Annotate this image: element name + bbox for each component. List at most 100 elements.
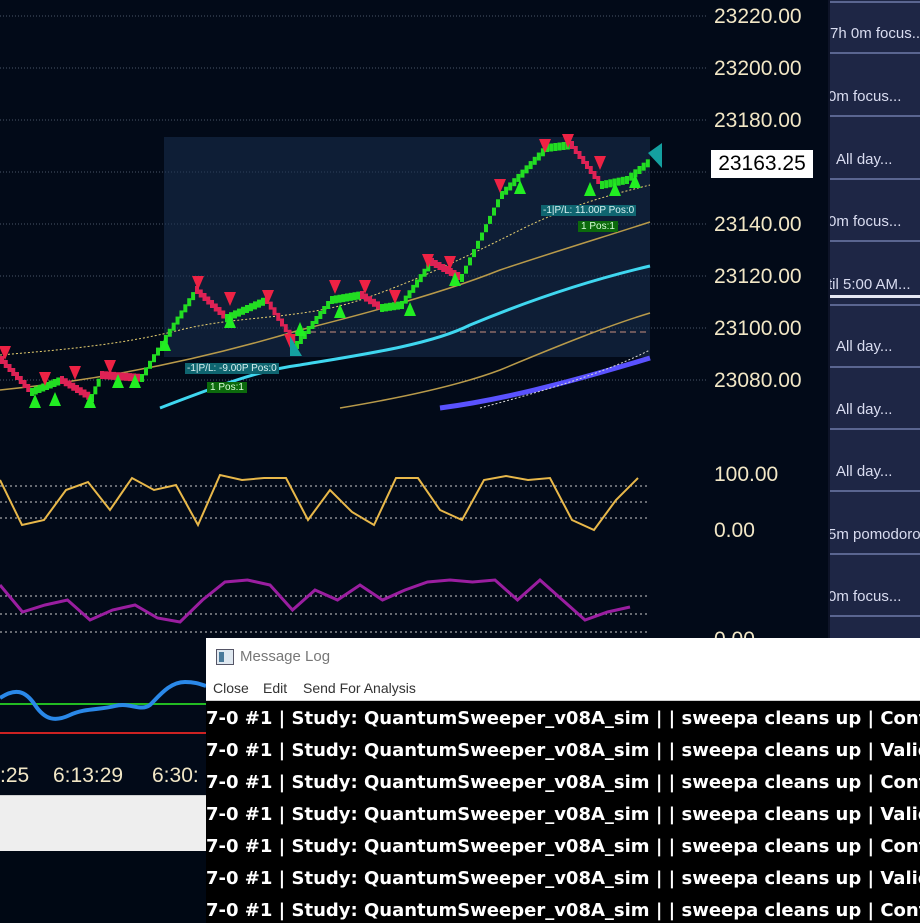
renko-brick <box>496 199 500 208</box>
renko-brick <box>492 207 496 216</box>
calendar-divider <box>830 553 920 555</box>
renko-brick <box>380 304 384 312</box>
renko-brick <box>333 295 338 304</box>
buy-signal-arrow <box>49 392 61 406</box>
calendar-event[interactable]: 0m focus... <box>830 88 920 105</box>
log-line[interactable]: 7-0 #1 | Study: QuantumSweeper_v08A_sim … <box>206 735 920 767</box>
renko-brick <box>3 360 8 368</box>
renko-brick <box>11 368 16 376</box>
renko-brick <box>341 294 346 303</box>
price-label-23140: 23140.00 <box>714 213 802 236</box>
renko-brick <box>78 387 83 396</box>
renko-brick <box>460 274 464 282</box>
renko-brick <box>213 303 218 312</box>
renko-brick <box>144 367 148 376</box>
menu-close[interactable]: Close <box>213 680 249 696</box>
log-line[interactable]: 7-0 #1 | Study: QuantumSweeper_v08A_sim … <box>206 767 920 799</box>
renko-brick <box>330 296 334 304</box>
renko-brick <box>241 306 245 315</box>
renko-brick <box>306 326 311 334</box>
calendar-event[interactable]: til 5:00 AM... <box>830 276 920 293</box>
price-label-23100: 23100.00 <box>714 317 802 340</box>
renko-brick <box>237 308 241 317</box>
calendar-divider <box>830 615 920 617</box>
renko-brick <box>392 302 396 311</box>
renko-brick <box>588 166 593 174</box>
renko-brick <box>249 303 253 312</box>
calendar-event[interactable]: 0m focus... <box>830 213 920 230</box>
renko-brick <box>179 310 184 319</box>
message-log-window[interactable]: Message Log Close Edit Send For Analysis… <box>206 638 920 923</box>
time-label-0: :25 <box>0 764 30 787</box>
renko-brick <box>191 292 196 301</box>
calendar-current-time-line <box>830 295 920 298</box>
renko-brick <box>124 372 128 381</box>
renko-brick <box>56 377 61 386</box>
ma-blue-line <box>439 355 651 411</box>
renko-brick <box>156 347 160 356</box>
renko-brick <box>376 301 380 310</box>
calendar-event[interactable]: 0m focus... <box>830 588 920 605</box>
log-line[interactable]: 7-0 #1 | Study: QuantumSweeper_v08A_sim … <box>206 863 920 895</box>
renko-brick <box>33 386 38 395</box>
calendar-event[interactable]: All day... <box>836 151 920 168</box>
renko-brick <box>573 146 578 154</box>
renko-brick <box>403 295 408 304</box>
calendar-event[interactable]: All day... <box>836 401 920 418</box>
renko-brick <box>384 303 388 312</box>
renko-brick <box>400 301 404 309</box>
calendar-divider <box>830 366 920 368</box>
renko-brick <box>345 293 349 302</box>
trade2-pos-label: 1 Pos:1 <box>578 221 618 232</box>
renko-brick <box>422 268 427 277</box>
log-line[interactable]: 7-0 #1 | Study: QuantumSweeper_v08A_sim … <box>206 895 920 923</box>
renko-brick <box>536 152 541 161</box>
renko-brick <box>30 388 34 396</box>
renko-brick <box>445 266 449 274</box>
renko-brick <box>356 291 361 300</box>
renko-brick <box>326 301 331 309</box>
renko-brick <box>253 301 257 310</box>
renko-brick <box>171 322 176 331</box>
renko-brick <box>298 336 303 344</box>
renko-brick <box>140 374 144 382</box>
renko-brick <box>233 310 237 319</box>
renko-brick <box>620 176 625 185</box>
renko-brick <box>100 371 104 379</box>
message-log-body[interactable]: 7-0 #1 | Study: QuantumSweeper_v08A_sim … <box>206 701 920 923</box>
menu-send-for-analysis[interactable]: Send For Analysis <box>303 680 416 696</box>
renko-brick <box>553 143 558 151</box>
renko-brick <box>372 298 376 307</box>
renko-brick <box>52 379 57 387</box>
renko-brick <box>167 328 172 337</box>
renko-brick <box>520 169 525 178</box>
price-label-23180: 23180.00 <box>714 109 802 132</box>
renko-brick <box>276 312 281 321</box>
renko-brick <box>112 371 116 380</box>
renko-brick <box>63 378 68 387</box>
calendar-event[interactable]: All day... <box>836 338 920 355</box>
renko-brick <box>468 257 472 266</box>
renko-brick <box>67 380 72 389</box>
calendar-event[interactable]: All day... <box>836 463 920 480</box>
renko-brick <box>641 162 646 171</box>
renko-brick <box>629 172 634 181</box>
message-log-titlebar[interactable]: Message Log <box>206 638 920 676</box>
menu-edit[interactable]: Edit <box>263 680 287 696</box>
current-price-badge: 23163.25 <box>711 150 813 178</box>
calendar-event[interactable]: 7h 0m focus... <box>830 25 920 42</box>
renko-brick <box>0 356 4 364</box>
renko-brick <box>198 289 203 298</box>
window-title: Message Log <box>240 648 331 665</box>
calendar-divider <box>830 428 920 430</box>
renko-brick <box>75 385 79 393</box>
log-line[interactable]: 7-0 #1 | Study: QuantumSweeper_v08A_sim … <box>206 703 920 735</box>
renko-brick <box>596 176 601 184</box>
calendar-event[interactable]: 5m pomodoro <box>830 526 920 543</box>
chart-bottom-scrollbar[interactable] <box>0 795 206 851</box>
renko-brick <box>318 311 323 319</box>
renko-brick <box>322 306 327 314</box>
renko-brick <box>608 179 613 188</box>
log-line[interactable]: 7-0 #1 | Study: QuantumSweeper_v08A_sim … <box>206 799 920 831</box>
log-line[interactable]: 7-0 #1 | Study: QuantumSweeper_v08A_sim … <box>206 831 920 863</box>
